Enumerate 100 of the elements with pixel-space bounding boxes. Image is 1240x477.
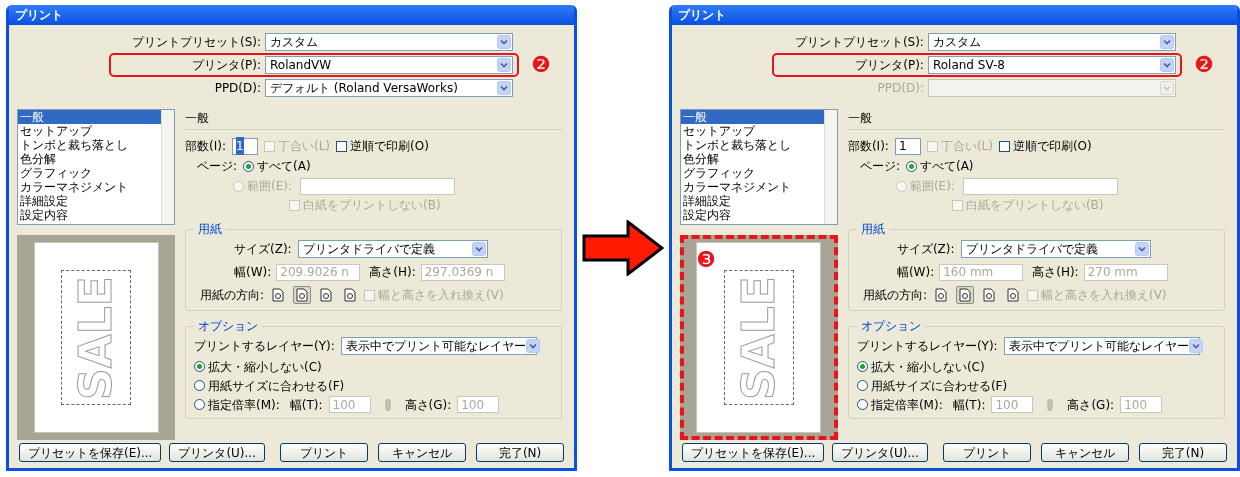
- paper-size-dropdown[interactable]: プリンタドライバで定義: [960, 240, 1151, 258]
- caret-icon: [1159, 81, 1174, 95]
- field-label: プリントプリセット(S):: [130, 34, 262, 51]
- scrollbar[interactable]: [823, 110, 837, 224]
- radio-button[interactable]: [243, 160, 255, 172]
- artwork-text: SALE: [736, 275, 781, 400]
- link-icon: [384, 398, 391, 411]
- copies-field[interactable]: 1: [231, 137, 258, 155]
- radio-button[interactable]: [194, 361, 205, 372]
- dialog-button[interactable]: プリント: [943, 443, 1031, 462]
- checkbox-label: 丁合い(L): [277, 138, 330, 155]
- field-label: サイズ(Z):: [896, 241, 955, 258]
- orientation-button[interactable]: [955, 286, 974, 304]
- field-label: 高さ(H):: [369, 264, 416, 281]
- page-range-field[interactable]: [300, 177, 455, 195]
- radio-label: 範囲(E):: [909, 178, 955, 195]
- radio-button[interactable]: [856, 361, 868, 372]
- sidebar-item[interactable]: グラフィック: [680, 166, 824, 180]
- radio-label: 指定倍率(M):: [208, 396, 280, 414]
- preset-dropdown[interactable]: カスタム: [927, 33, 1176, 51]
- sidebar-item[interactable]: カラーマネジメント: [18, 180, 161, 194]
- field-label: 幅(T):: [289, 396, 323, 414]
- radio-button[interactable]: [856, 399, 868, 410]
- radio-label: 拡大・縮小しない(C): [208, 358, 322, 376]
- field-label: 幅(W):: [234, 264, 272, 281]
- sidebar-item[interactable]: 色分解: [18, 152, 161, 166]
- dialog-button[interactable]: 完了(N): [476, 443, 565, 462]
- checkbox-label: 逆順で印刷(O): [350, 138, 429, 155]
- caret-icon: [1188, 339, 1203, 353]
- layers-dropdown[interactable]: 表示中でプリント可能なレイヤー: [1003, 337, 1200, 355]
- radio-label: すべて(A): [257, 158, 311, 175]
- checkbox-label: 丁合い(L): [940, 138, 993, 155]
- printer-dropdown[interactable]: RolandVW: [265, 56, 513, 74]
- field-label: ページ:: [197, 158, 238, 175]
- field-label: 部数(I):: [185, 138, 226, 155]
- dialog-button[interactable]: プリンタ(U)...: [832, 443, 928, 462]
- sidebar-item[interactable]: 一般: [18, 110, 161, 124]
- sidebar-item[interactable]: カラーマネジメント: [680, 180, 824, 194]
- page-range-field[interactable]: [962, 177, 1118, 195]
- sidebar-item[interactable]: トンボと裁ち落とし: [18, 138, 161, 152]
- radio-label: 範囲(E):: [247, 178, 292, 195]
- field-label: プリントするレイヤー(Y):: [194, 338, 335, 355]
- sidebar-item[interactable]: グラフィック: [18, 166, 161, 180]
- page-icon: [958, 288, 971, 302]
- caret-icon: [497, 35, 511, 49]
- field-label: ページ:: [859, 158, 900, 175]
- sidebar-item[interactable]: 設定内容: [680, 208, 824, 222]
- radio-button[interactable]: [194, 399, 205, 410]
- layers-dropdown[interactable]: 表示中でプリント可能なレイヤー: [340, 337, 537, 355]
- dialog-button[interactable]: プリセットを保存(E)...: [19, 443, 162, 462]
- sidebar-item[interactable]: セットアップ: [18, 124, 161, 138]
- sidebar-item[interactable]: 詳細設定: [18, 194, 161, 208]
- copies-field[interactable]: 1: [894, 137, 921, 155]
- group-heading: 用紙: [859, 221, 886, 238]
- printer-dropdown[interactable]: Roland SV-8: [927, 56, 1176, 74]
- ppd-dropdown[interactable]: デフォルト (Roland VersaWorks): [265, 79, 513, 97]
- field-label: プリントプリセット(S):: [793, 34, 925, 51]
- artwork-text: SALE: [74, 275, 118, 400]
- radio-label: 用紙サイズに合わせる(F): [208, 377, 345, 395]
- radio-button[interactable]: [905, 160, 917, 172]
- dialog-button[interactable]: キャンセル: [378, 443, 467, 462]
- link-icon: [1047, 398, 1054, 411]
- radio-button[interactable]: [856, 380, 868, 391]
- field-label: 高さ(G):: [404, 396, 452, 414]
- paper-size-dropdown[interactable]: プリンタドライバで定義: [297, 240, 488, 258]
- sidebar-item[interactable]: 色分解: [680, 152, 824, 166]
- checkbox[interactable]: [336, 140, 347, 152]
- caret-icon: [1134, 242, 1149, 256]
- dialog-button[interactable]: プリセットを保存(E)...: [681, 443, 825, 462]
- step-number: ❷: [1193, 54, 1214, 76]
- caret-icon: [497, 58, 511, 72]
- window-title: プリント: [671, 5, 1237, 25]
- page-icon: [1006, 288, 1019, 302]
- field-label: サイズ(Z):: [234, 241, 292, 258]
- checkbox[interactable]: [998, 140, 1010, 152]
- orientation-button[interactable]: [293, 286, 312, 304]
- sidebar-item[interactable]: トンボと裁ち落とし: [680, 138, 824, 152]
- scrollbar[interactable]: [161, 110, 174, 224]
- caret-icon: [497, 81, 511, 95]
- sidebar-item[interactable]: 一般: [680, 110, 824, 124]
- arrow-icon: [582, 220, 664, 276]
- page-icon: [934, 288, 947, 302]
- page-icon: [296, 288, 309, 302]
- sidebar-item[interactable]: 詳細設定: [680, 194, 824, 208]
- sidebar-item[interactable]: セットアップ: [680, 124, 824, 138]
- dialog-button[interactable]: 完了(N): [1139, 443, 1227, 462]
- section-heading: 一般: [847, 110, 872, 127]
- field-label: 用紙の方向:: [200, 287, 265, 304]
- dialog-button[interactable]: プリンタ(U)...: [169, 443, 265, 462]
- preset-dropdown[interactable]: カスタム: [265, 33, 513, 51]
- radio-button[interactable]: [194, 380, 205, 391]
- group-heading: 用紙: [197, 221, 223, 238]
- sidebar-item[interactable]: 設定内容: [18, 208, 161, 222]
- dialog-button[interactable]: キャンセル: [1041, 443, 1129, 462]
- radio-label: 用紙サイズに合わせる(F): [870, 377, 1008, 395]
- group-heading: オプション: [197, 318, 259, 335]
- checkbox-label: 幅と高さを入れ換え(V): [1040, 287, 1167, 304]
- dialog-button[interactable]: プリント: [280, 443, 369, 462]
- group-heading: オプション: [859, 318, 922, 335]
- section-heading: 一般: [185, 110, 209, 127]
